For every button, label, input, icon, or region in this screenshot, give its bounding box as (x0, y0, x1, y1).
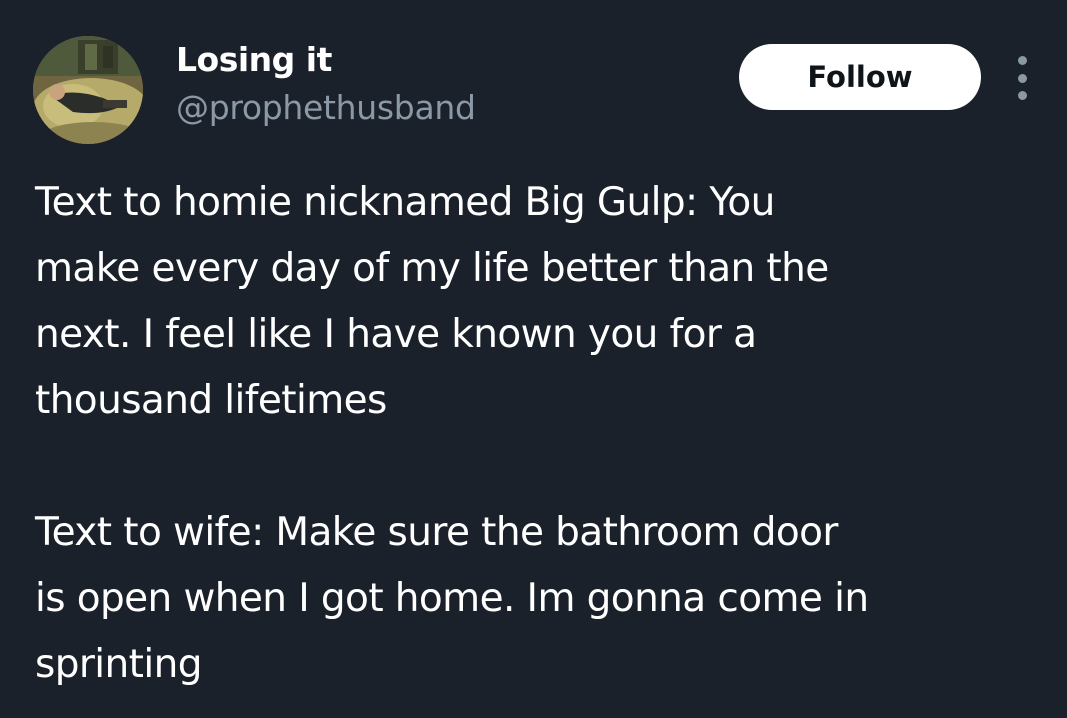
display-name[interactable]: Losing it (176, 38, 332, 82)
avatar[interactable] (33, 36, 143, 144)
dot (1017, 91, 1027, 100)
dot (1017, 56, 1027, 65)
user-handle[interactable]: @prophethusband (176, 86, 476, 130)
tweet-paragraph-1: Text to homie nicknamed Big Gulp: You ma… (35, 180, 829, 423)
tweet-text: Text to homie nicknamed Big Gulp: You ma… (35, 170, 1045, 698)
avatar-image (33, 36, 143, 144)
tweet-card: Losing it @prophethusband Follow Text to… (0, 0, 1067, 718)
dot (1017, 73, 1027, 83)
follow-button[interactable]: Follow (739, 44, 981, 110)
more-options-icon[interactable] (1010, 56, 1034, 100)
tweet-paragraph-2: Text to wife: Make sure the bathroom doo… (35, 510, 869, 687)
